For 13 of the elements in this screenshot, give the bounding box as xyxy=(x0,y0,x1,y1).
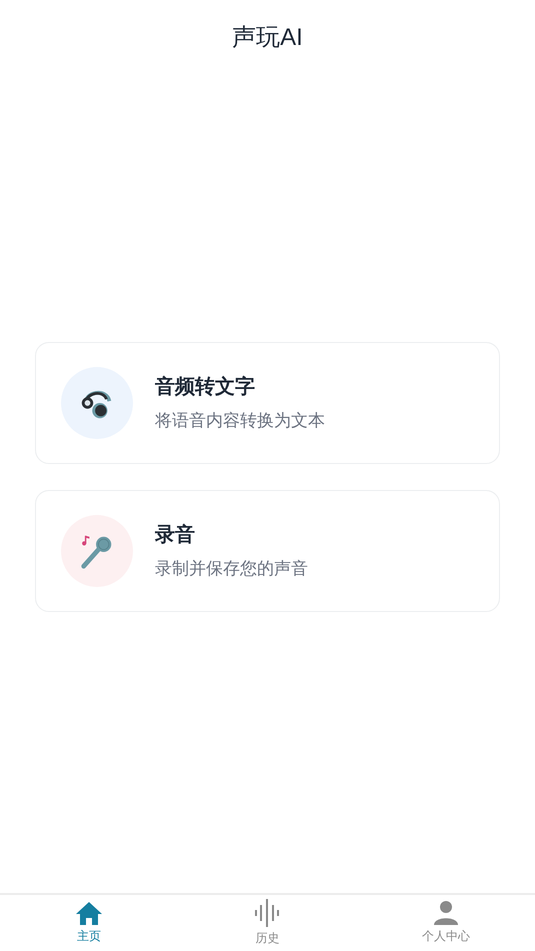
nav-tab[interactable]: 主页 xyxy=(0,895,178,951)
home-icon xyxy=(75,901,104,925)
feature-card[interactable]: 音频转文字 将语音内容转换为文本 xyxy=(35,342,500,464)
feature-title: 录音 xyxy=(155,522,196,548)
feature-title: 音频转文字 xyxy=(155,374,256,400)
person-icon xyxy=(432,901,459,925)
feature-card[interactable]: 录音 录制并保存您的声音 xyxy=(35,490,500,612)
app-title: 声玩AI xyxy=(232,23,303,53)
feature-description: 录制并保存您的声音 xyxy=(155,558,308,580)
waveform-icon xyxy=(254,899,280,927)
nav-tab[interactable]: 个人中心 xyxy=(356,895,535,951)
feature-description: 将语音内容转换为文本 xyxy=(155,410,325,432)
nav-tab[interactable]: 历史 xyxy=(178,895,357,951)
